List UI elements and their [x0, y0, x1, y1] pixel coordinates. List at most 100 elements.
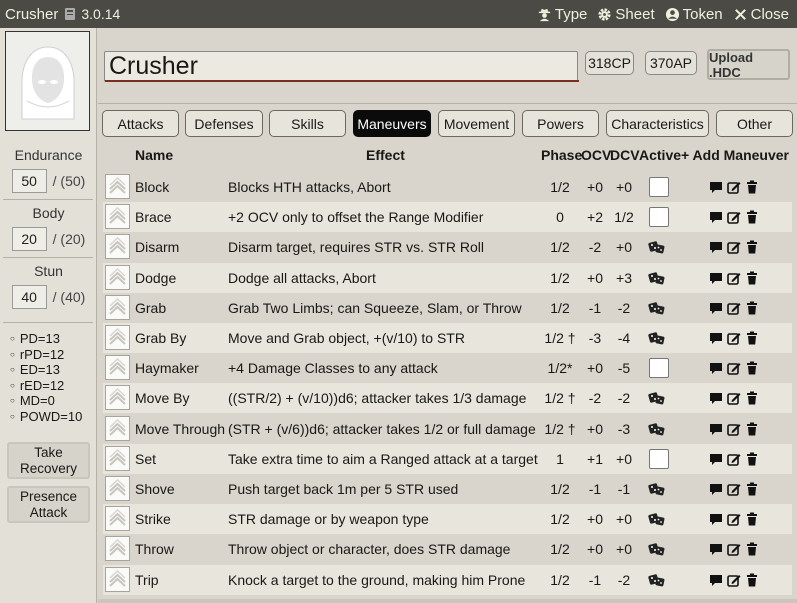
take-recovery-button[interactable]: Take Recovery: [7, 442, 90, 479]
trash-icon[interactable]: [745, 331, 759, 345]
maneuver-icon[interactable]: [105, 385, 130, 410]
chat-icon[interactable]: [709, 180, 723, 194]
maneuver-icon[interactable]: [105, 325, 130, 350]
maneuver-icon[interactable]: [105, 355, 130, 380]
tab-movement[interactable]: Movement: [438, 110, 515, 137]
trash-icon[interactable]: [745, 180, 759, 194]
chat-icon[interactable]: [709, 240, 723, 254]
roll-dice-icon[interactable]: [648, 572, 666, 588]
edit-icon[interactable]: [727, 210, 741, 224]
add-maneuver-button[interactable]: + Add Maneuver: [681, 147, 789, 163]
trash-icon[interactable]: [745, 301, 759, 315]
body-input[interactable]: 20: [11, 227, 47, 251]
type-button[interactable]: Type: [537, 6, 587, 23]
roll-dice-icon[interactable]: [648, 511, 666, 527]
edit-icon[interactable]: [727, 542, 741, 556]
chat-icon[interactable]: [709, 271, 723, 285]
trash-icon[interactable]: [745, 452, 759, 466]
roll-dice-icon[interactable]: [648, 390, 666, 406]
tab-maneuvers[interactable]: Maneuvers: [353, 110, 431, 137]
close-button[interactable]: Close: [733, 6, 789, 23]
chat-icon[interactable]: [709, 512, 723, 526]
chat-icon[interactable]: [709, 210, 723, 224]
tab-characteristics[interactable]: Characteristics: [606, 110, 709, 137]
chat-icon[interactable]: [709, 331, 723, 345]
chat-icon[interactable]: [709, 422, 723, 436]
trash-icon[interactable]: [745, 391, 759, 405]
roll-dice-icon[interactable]: [648, 330, 666, 346]
trash-icon[interactable]: [745, 422, 759, 436]
maneuver-icon[interactable]: [105, 446, 130, 471]
row-actions: [709, 210, 759, 224]
portrait[interactable]: [5, 31, 90, 131]
active-checkbox[interactable]: [649, 358, 669, 378]
tab-other[interactable]: Other: [716, 110, 793, 137]
maneuver-icon[interactable]: [105, 506, 130, 531]
roll-dice-icon[interactable]: [648, 421, 666, 437]
row-actions: [709, 391, 759, 405]
roll-dice-icon[interactable]: [648, 300, 666, 316]
edit-icon[interactable]: [727, 391, 741, 405]
upload-hdc-button[interactable]: Upload .HDC: [707, 49, 790, 80]
chat-icon[interactable]: [709, 573, 723, 587]
maneuver-icon[interactable]: [105, 265, 130, 290]
tab-powers[interactable]: Powers: [522, 110, 599, 137]
chat-icon[interactable]: [709, 361, 723, 375]
maneuver-icon[interactable]: [105, 536, 130, 561]
trash-icon[interactable]: [745, 512, 759, 526]
maneuver-icon[interactable]: [105, 416, 130, 441]
chat-icon[interactable]: [709, 391, 723, 405]
trash-icon[interactable]: [745, 573, 759, 587]
maneuver-icon[interactable]: [105, 567, 130, 592]
active-checkbox[interactable]: [649, 207, 669, 227]
maneuver-icon[interactable]: [105, 174, 130, 199]
tab-skills[interactable]: Skills: [269, 110, 346, 137]
roll-dice-icon[interactable]: [648, 239, 666, 255]
edit-icon[interactable]: [727, 240, 741, 254]
maneuver-name: Grab: [135, 300, 167, 316]
trash-icon[interactable]: [745, 240, 759, 254]
maneuver-effect: Throw object or character, does STR dama…: [228, 541, 511, 557]
edit-icon[interactable]: [727, 422, 741, 436]
edit-icon[interactable]: [727, 180, 741, 194]
tab-defenses[interactable]: Defenses: [185, 110, 263, 137]
chat-icon[interactable]: [709, 301, 723, 315]
maneuver-effect: Blocks HTH attacks, Abort: [228, 179, 391, 195]
edit-icon[interactable]: [727, 512, 741, 526]
edit-icon[interactable]: [727, 482, 741, 496]
hooded-figure-icon: [20, 46, 75, 120]
maneuver-icon[interactable]: [105, 234, 130, 259]
edit-icon[interactable]: [727, 301, 741, 315]
roll-dice-icon[interactable]: [648, 270, 666, 286]
trash-icon[interactable]: [745, 210, 759, 224]
maneuver-icon[interactable]: [105, 476, 130, 501]
chat-icon[interactable]: [709, 452, 723, 466]
edit-icon[interactable]: [727, 361, 741, 375]
edit-icon[interactable]: [727, 331, 741, 345]
stun-input[interactable]: 40: [11, 285, 47, 309]
trash-icon[interactable]: [745, 482, 759, 496]
token-button[interactable]: Token: [665, 6, 723, 23]
actor-name-input[interactable]: [105, 52, 577, 81]
actor-name-field[interactable]: [104, 51, 578, 82]
roll-dice-icon[interactable]: [648, 541, 666, 557]
active-checkbox[interactable]: [649, 449, 669, 469]
stun-row: 40 / (40): [0, 285, 97, 309]
trash-icon[interactable]: [745, 361, 759, 375]
maneuver-icon[interactable]: [105, 204, 130, 229]
maneuver-phase: 1/2: [550, 179, 570, 195]
maneuver-icon[interactable]: [105, 295, 130, 320]
active-checkbox[interactable]: [649, 177, 669, 197]
sheet-button[interactable]: Sheet: [597, 6, 655, 23]
edit-icon[interactable]: [727, 452, 741, 466]
chat-icon[interactable]: [709, 482, 723, 496]
edit-icon[interactable]: [727, 271, 741, 285]
chat-icon[interactable]: [709, 542, 723, 556]
edit-icon[interactable]: [727, 573, 741, 587]
tab-attacks[interactable]: Attacks: [102, 110, 179, 137]
trash-icon[interactable]: [745, 542, 759, 556]
roll-dice-icon[interactable]: [648, 481, 666, 497]
endurance-input[interactable]: 50: [11, 169, 47, 193]
presence-attack-button[interactable]: Presence Attack: [7, 486, 90, 523]
trash-icon[interactable]: [745, 271, 759, 285]
